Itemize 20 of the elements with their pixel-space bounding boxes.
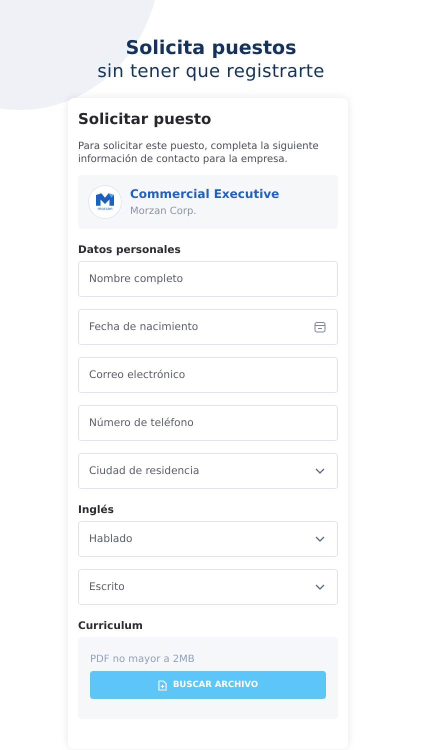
select-field[interactable]: Hablado (78, 521, 338, 557)
file-icon (158, 680, 167, 690)
form-description: Para solicitar este puesto, completa la siguiente información de contacto para la empresa. (78, 140, 320, 166)
input-field[interactable]: Correo electrónico (78, 357, 338, 393)
section-title: Curriculum (78, 620, 144, 632)
input-field[interactable]: Nombre completo (78, 261, 338, 297)
page-subtitle: sin tener que registrarte (96, 60, 326, 84)
select-field[interactable]: Ciudad de residencia (78, 453, 338, 489)
upload-hint: PDF no mayor a 2MB (90, 654, 196, 665)
input-field[interactable]: Número de teléfono (78, 405, 338, 441)
form-title: Solicitar puesto (78, 110, 212, 128)
company-name: Morzan Corp. (130, 206, 198, 217)
section-title: Inglés (78, 504, 115, 516)
job-title[interactable]: Commercial Executive (130, 187, 280, 201)
calendar-icon (314, 321, 326, 333)
page-title: Solicita puestos (124, 36, 298, 60)
logo-icon (96, 193, 114, 206)
section-title: Datos personales (78, 244, 182, 256)
date-field[interactable]: Fecha de nacimiento (78, 309, 338, 345)
select-field[interactable]: Escrito (78, 569, 338, 605)
